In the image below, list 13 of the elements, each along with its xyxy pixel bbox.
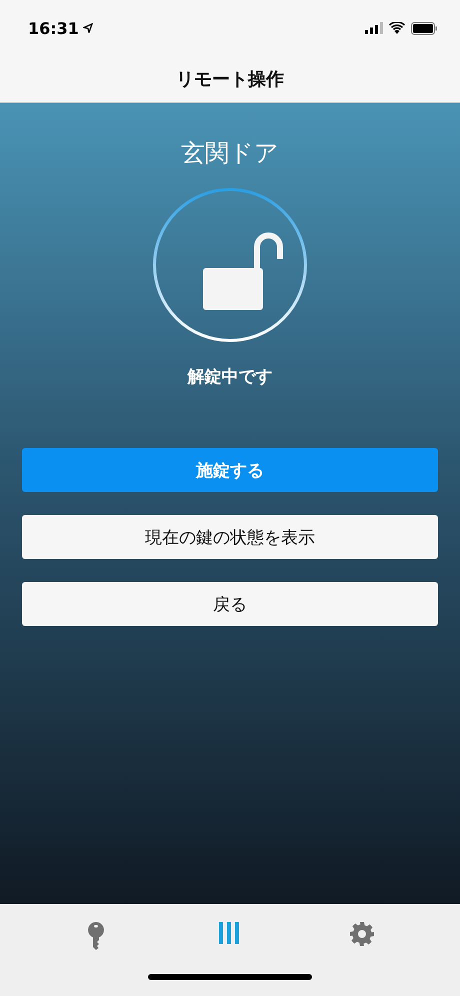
lock-status: 解錠中です [188,366,272,388]
bars-icon [218,922,239,944]
action-button[interactable]: 戻る [22,582,438,626]
signal-icon [365,22,383,34]
settings-icon [350,922,374,946]
clock-time: 16:31 [28,18,79,38]
door-name: 玄関ドア [181,138,279,169]
battery-icon [411,22,438,34]
action-button[interactable]: 現在の鍵の状態を表示 [22,515,438,559]
screen-title: リモート操作 [176,68,284,91]
key-icon [88,922,104,950]
wifi-icon [389,22,405,34]
location-arrow-icon [82,23,93,33]
